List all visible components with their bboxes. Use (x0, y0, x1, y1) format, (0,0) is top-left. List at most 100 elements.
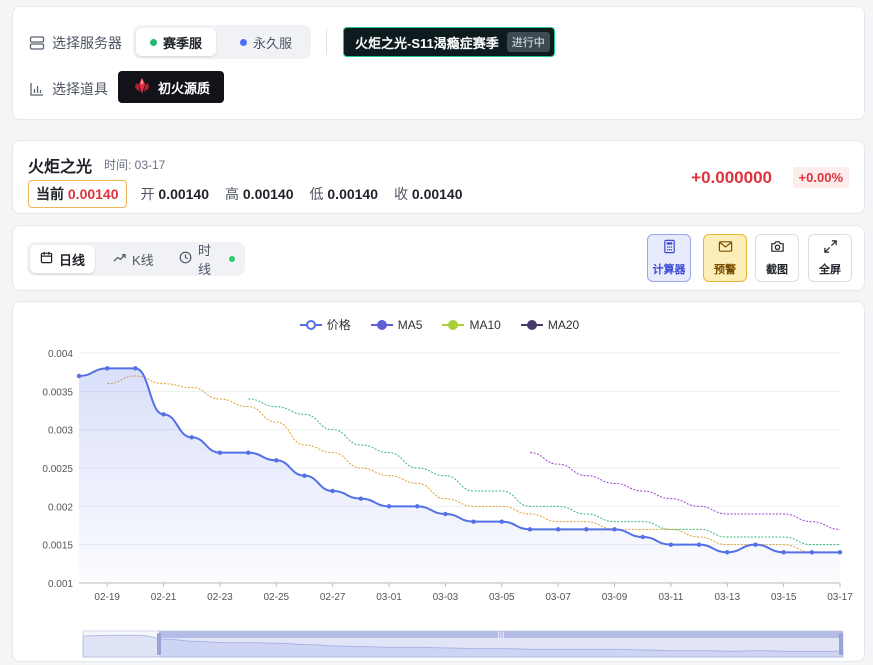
price-point (612, 527, 617, 532)
server-option-label: 永久服 (253, 35, 293, 51)
calculator-label: 计算器 (652, 264, 686, 276)
price-point (555, 527, 561, 532)
fullscreen-label: 全屏 (819, 264, 841, 276)
price-point (133, 366, 138, 371)
chart-toolbar: 日线 K线 时线 计算器 预警 截图 全屏 (12, 225, 865, 291)
price-point (725, 550, 730, 555)
open-label: 开 (140, 186, 155, 202)
low-quote: 低 0.00140 (310, 184, 379, 204)
y-tick-label: 0.0025 (42, 464, 73, 475)
y-tick-label: 0.003 (48, 426, 73, 437)
price-point (302, 473, 307, 478)
price-point (781, 550, 786, 555)
price-point (499, 519, 504, 524)
fullscreen-button[interactable]: 全屏 (808, 234, 852, 282)
price-point (245, 450, 251, 455)
tab-kline[interactable]: K线 (103, 245, 164, 273)
price-point (189, 435, 194, 440)
price-point (386, 504, 392, 509)
screenshot-button[interactable]: 截图 (755, 234, 799, 282)
x-tick-label: 02-19 (94, 592, 120, 603)
price-point (471, 519, 476, 524)
timestamp: 时间: 03-17 (104, 158, 166, 172)
calculator-button[interactable]: 计算器 (647, 234, 691, 282)
live-dot (229, 256, 235, 262)
y-tick-label: 0.0035 (42, 387, 73, 398)
calendar-icon (40, 251, 53, 267)
x-tick-label: 03-09 (602, 592, 628, 603)
season-tag: 火炬之光-S11渴瘾症赛季 进行中 (343, 27, 555, 57)
expand-icon (823, 239, 838, 257)
price-change: +0.000000 (691, 168, 772, 187)
price-point (640, 534, 645, 540)
status-dot (150, 38, 157, 46)
x-tick-label: 03-03 (433, 592, 459, 603)
price-point (668, 542, 674, 547)
low-value: 0.00140 (327, 186, 378, 202)
x-tick-label: 02-23 (207, 592, 233, 603)
price-point (696, 542, 702, 547)
page-title: 火炬之光 (28, 159, 93, 176)
server-option-season[interactable]: 赛季服 (136, 28, 217, 56)
divider (326, 29, 327, 55)
item-select-button[interactable]: 初火源质 (118, 71, 225, 103)
price-point (217, 450, 223, 455)
tab-daily[interactable]: 日线 (30, 245, 96, 273)
server-label: 选择服务器 (29, 33, 122, 53)
price-point (809, 550, 815, 555)
y-tick-label: 0.0015 (42, 541, 73, 552)
status-dot (240, 38, 247, 46)
x-tick-label: 03-05 (489, 592, 515, 603)
price-point (358, 496, 364, 501)
x-tick-label: 03-17 (827, 592, 853, 603)
price-point (443, 511, 448, 517)
tab-hourly[interactable]: 时线 (169, 243, 245, 277)
close-label: 收 (394, 186, 408, 202)
price-point (330, 488, 335, 494)
item-label: 选择道具 (29, 79, 108, 99)
clock-icon (179, 251, 192, 267)
selection-panel: 选择服务器 赛季服 永久服 火炬之光-S11渴瘾症赛季 进行中 选择道具 初火源… (12, 6, 865, 120)
mail-icon (718, 239, 733, 257)
server-label-text: 选择服务器 (52, 35, 122, 51)
item-label-text: 选择道具 (52, 81, 108, 97)
price-point (837, 550, 843, 555)
price-point (161, 412, 166, 417)
item-selected-label: 初火源质 (158, 80, 211, 96)
high-label: 高 (225, 186, 239, 202)
x-tick-label: 02-21 (151, 592, 177, 603)
x-tick-label: 02-25 (264, 592, 290, 603)
high-value: 0.00140 (242, 186, 294, 202)
current-value: 0.00140 (67, 186, 119, 202)
server-option-label: 赛季服 (163, 35, 203, 51)
y-tick-label: 0.001 (48, 579, 73, 590)
x-tick-label: 03-15 (771, 592, 797, 603)
x-tick-label: 03-13 (714, 592, 740, 603)
close-quote: 收 0.00140 (394, 184, 463, 204)
server-switch: 赛季服 永久服 (133, 25, 311, 59)
zoom-handle-left[interactable] (157, 633, 161, 655)
price-info-panel: 火炬之光 时间: 03-17 当前 0.00140 开 0.00140 高 0.… (12, 140, 865, 214)
price-chart[interactable]: 0.004 0.0035 0.003 0.0025 0.002 0.0015 0.001 02… (13, 302, 865, 662)
camera-icon (770, 239, 785, 257)
y-tick-label: 0.004 (48, 349, 73, 360)
tab-label: 日线 (59, 252, 86, 268)
open-value: 0.00140 (158, 186, 209, 202)
tab-label: 时线 (198, 243, 212, 277)
quote-row: 当前 0.00140 开 0.00140 高 0.00140 低 0.00140… (28, 180, 479, 208)
close-value: 0.00140 (411, 186, 463, 202)
alert-label: 预警 (714, 264, 736, 276)
x-tick-label: 03-11 (658, 592, 683, 603)
y-tick-label: 0.002 (48, 502, 73, 513)
price-point (753, 542, 758, 547)
x-tick-label: 02-27 (320, 592, 346, 603)
server-option-permanent[interactable]: 永久服 (226, 28, 306, 56)
server-icon (29, 35, 45, 51)
alert-button[interactable]: 预警 (703, 234, 747, 282)
bar-chart-icon (29, 81, 45, 97)
price-point (415, 504, 420, 509)
x-tick-label: 03-07 (545, 592, 571, 603)
calculator-icon (662, 239, 677, 257)
current-label: 当前 (36, 186, 64, 202)
zoom-handle-right[interactable] (839, 633, 843, 655)
